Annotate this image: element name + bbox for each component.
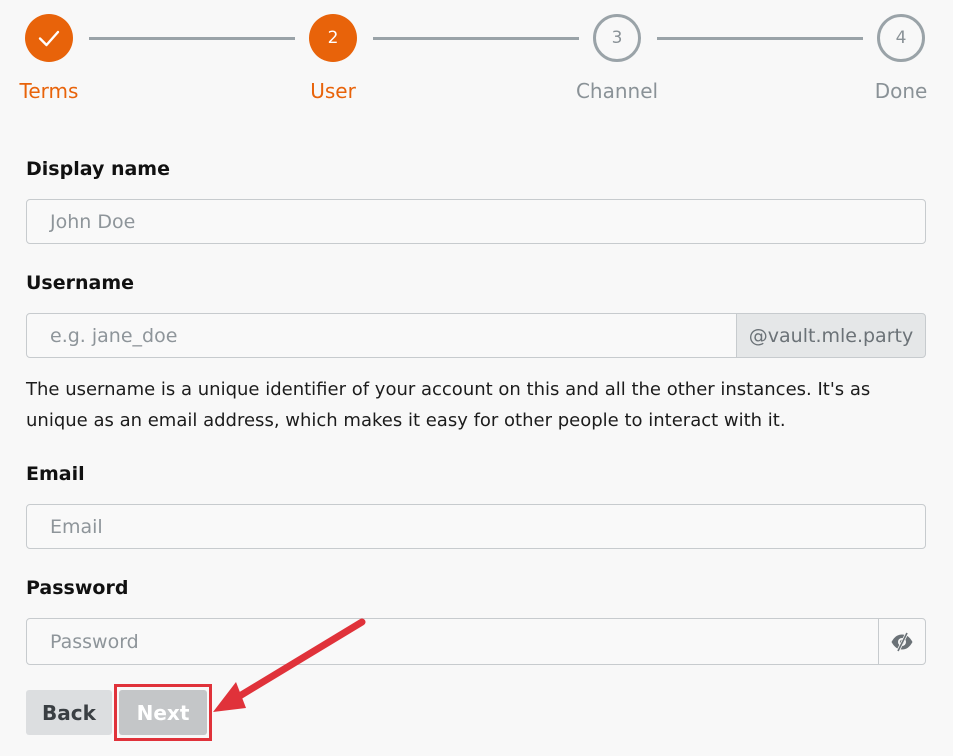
email-input[interactable]: Email (26, 504, 926, 549)
back-button[interactable]: Back (26, 690, 112, 735)
password-input[interactable]: Password (26, 618, 879, 665)
step-terms-circle (25, 14, 73, 62)
step-connector (657, 37, 863, 40)
username-help-text: The username is a unique identifier of y… (26, 379, 871, 431)
step-connector (89, 37, 295, 40)
username-label: Username (26, 272, 135, 294)
email-label: Email (26, 463, 85, 485)
password-placeholder: Password (50, 630, 139, 653)
step-done-circle: 4 (877, 14, 925, 62)
toggle-password-visibility-button[interactable] (878, 618, 926, 665)
checkmark-icon (38, 30, 60, 47)
step-label-terms: Terms (19, 79, 79, 103)
password-label: Password (26, 577, 129, 599)
step-user-circle: 2 (309, 14, 357, 62)
step-label-done: Done (874, 79, 928, 103)
step-number: 3 (611, 28, 623, 48)
username-input[interactable]: e.g. jane_doe (26, 313, 737, 358)
step-number: 2 (327, 28, 339, 48)
step-channel-circle: 3 (593, 14, 641, 62)
display-name-placeholder: John Doe (50, 210, 136, 233)
username-domain-suffix: @vault.mle.party (736, 313, 926, 358)
step-label-user: User (310, 79, 356, 103)
progress-stepper: 2 3 4 Terms User Channel Done (0, 0, 953, 110)
username-placeholder: e.g. jane_doe (50, 324, 178, 347)
eye-slash-icon (891, 631, 913, 652)
email-placeholder: Email (50, 515, 103, 538)
display-name-input[interactable]: John Doe (26, 199, 926, 244)
step-label-channel: Channel (575, 79, 659, 103)
step-number: 4 (895, 28, 907, 48)
step-connector (373, 37, 579, 40)
display-name-label: Display name (26, 158, 170, 180)
next-button[interactable]: Next (119, 690, 207, 735)
